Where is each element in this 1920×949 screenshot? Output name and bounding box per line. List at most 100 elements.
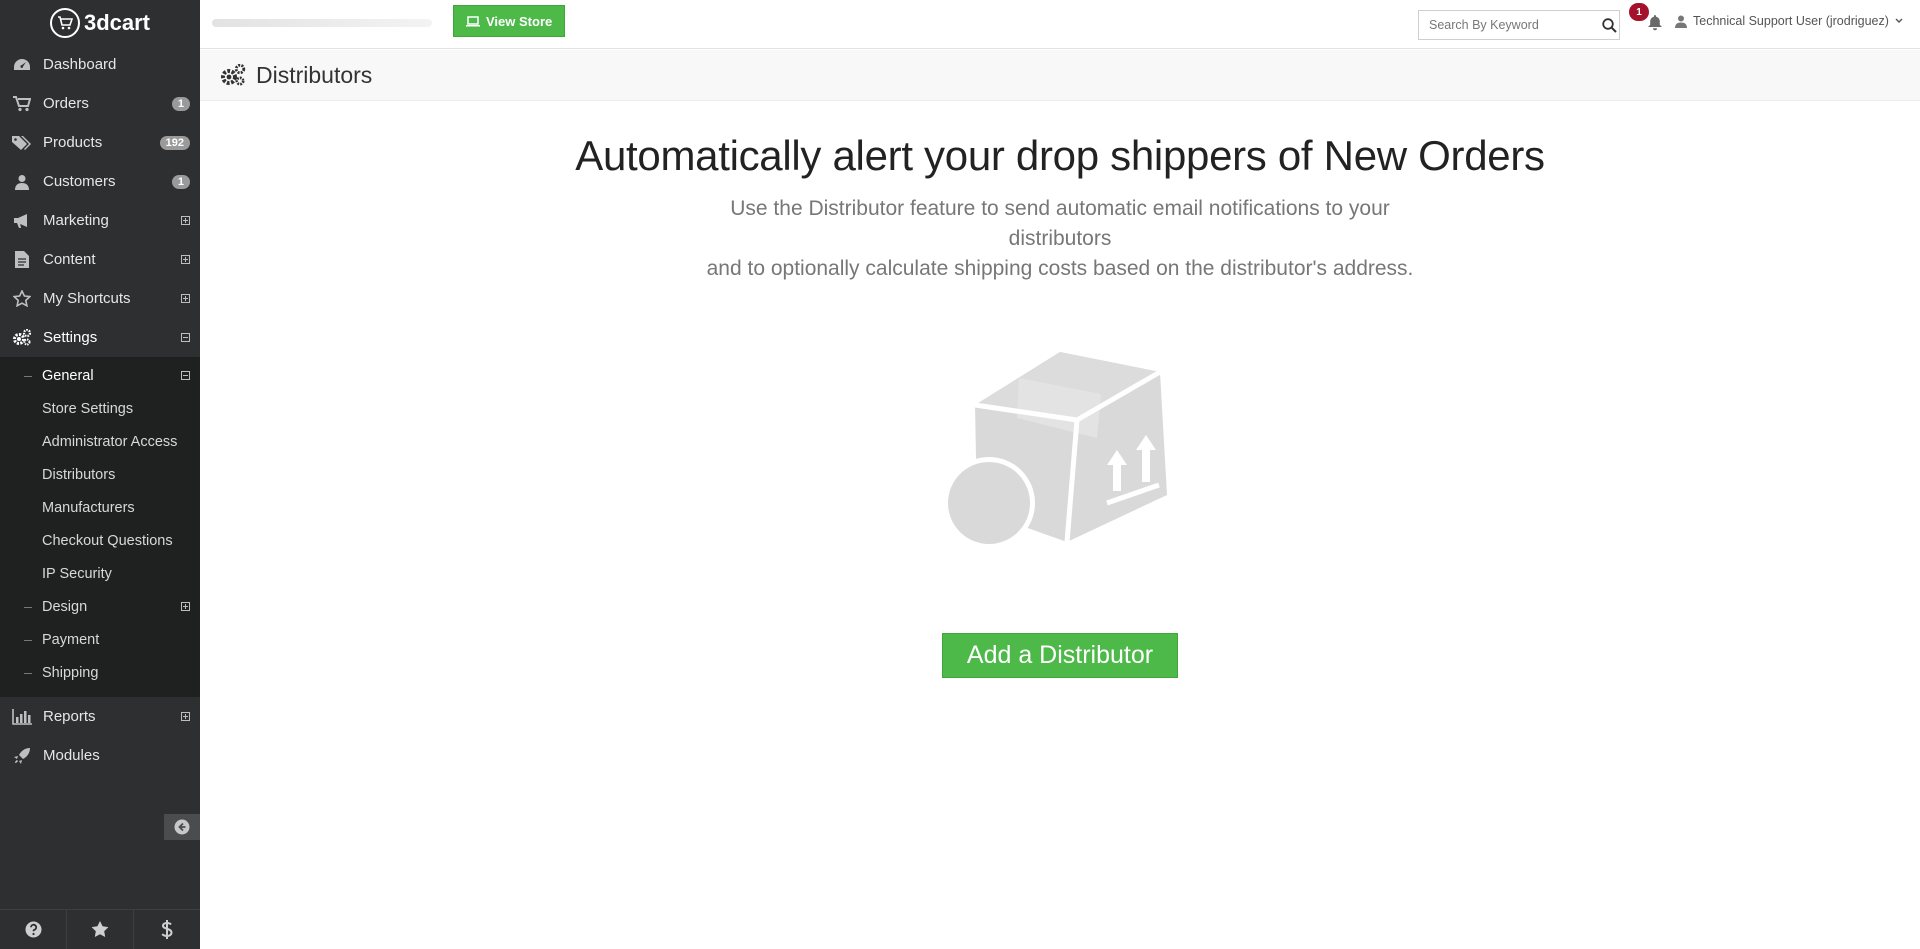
submenu-design[interactable]: Design bbox=[0, 590, 200, 623]
collapse-sidebar-button[interactable] bbox=[164, 814, 200, 840]
rocket-icon bbox=[12, 747, 32, 765]
expand-icon[interactable] bbox=[181, 255, 190, 264]
settings-submenu: General Store Settings Administrator Acc… bbox=[0, 357, 200, 697]
submenu-distributors[interactable]: Distributors bbox=[0, 458, 200, 491]
submenu-label: Distributors bbox=[42, 466, 116, 483]
submenu-label: General bbox=[42, 367, 94, 384]
bullhorn-icon bbox=[12, 212, 32, 230]
page-header: Distributors bbox=[200, 50, 1920, 101]
submenu-label: Shipping bbox=[42, 664, 99, 681]
nav-item-content[interactable]: Content bbox=[0, 240, 200, 279]
dollar-icon bbox=[161, 920, 173, 939]
dashboard-icon bbox=[12, 56, 32, 74]
tags-icon bbox=[12, 134, 32, 152]
cart-icon bbox=[12, 95, 32, 113]
description-line-2: and to optionally calculate shipping cos… bbox=[706, 257, 1414, 280]
submenu-general[interactable]: General bbox=[0, 359, 200, 392]
cart-logo-icon bbox=[49, 7, 80, 38]
logo[interactable]: 3dcart bbox=[0, 0, 200, 45]
description-line-1: Use the Distributor feature to send auto… bbox=[730, 197, 1390, 250]
search-icon bbox=[1602, 17, 1617, 33]
submenu-ip-security[interactable]: IP Security bbox=[0, 557, 200, 590]
submenu-manufacturers[interactable]: Manufacturers bbox=[0, 491, 200, 524]
user-icon bbox=[12, 173, 32, 191]
add-distributor-button[interactable]: Add a Distributor bbox=[942, 633, 1178, 678]
expand-icon[interactable] bbox=[181, 216, 190, 225]
tree-line bbox=[24, 606, 32, 608]
search-button[interactable] bbox=[1600, 12, 1619, 38]
tree-line bbox=[24, 639, 32, 641]
nav-item-label: Products bbox=[43, 134, 103, 151]
help-button[interactable] bbox=[0, 910, 67, 949]
gears-icon bbox=[221, 64, 246, 86]
submenu-label: Manufacturers bbox=[42, 499, 135, 516]
bar-chart-icon bbox=[12, 708, 32, 726]
billing-button[interactable] bbox=[134, 910, 200, 949]
nav-item-label: My Shortcuts bbox=[43, 290, 131, 307]
star-icon bbox=[91, 921, 109, 937]
gears-icon bbox=[12, 329, 32, 347]
nav-item-modules[interactable]: Modules bbox=[0, 736, 200, 775]
user-name: Technical Support User (jrodriguez) bbox=[1693, 14, 1889, 28]
submenu-label: Payment bbox=[42, 631, 100, 648]
nav-item-reports[interactable]: Reports bbox=[0, 697, 200, 736]
expand-icon[interactable] bbox=[181, 602, 190, 611]
headline: Automatically alert your drop shippers o… bbox=[575, 132, 1545, 179]
favorites-button[interactable] bbox=[67, 910, 134, 949]
count-badge: 1 bbox=[171, 174, 190, 189]
bell-icon bbox=[1648, 15, 1662, 31]
document-icon bbox=[12, 251, 32, 269]
view-store-label: View Store bbox=[486, 13, 553, 29]
nav-item-label: Modules bbox=[43, 747, 100, 764]
submenu-label: Checkout Questions bbox=[42, 532, 173, 549]
help-icon bbox=[25, 921, 41, 938]
count-badge: 1 bbox=[171, 96, 190, 111]
chevron-down-icon bbox=[1895, 18, 1903, 23]
submenu-checkout-questions[interactable]: Checkout Questions bbox=[0, 524, 200, 557]
nav-item-settings[interactable]: Settings bbox=[0, 318, 200, 357]
submenu-administrator-access[interactable]: Administrator Access bbox=[0, 425, 200, 458]
description: Use the Distributor feature to send auto… bbox=[680, 194, 1440, 284]
nav-item-shortcuts[interactable]: My Shortcuts bbox=[0, 279, 200, 318]
tree-line bbox=[24, 672, 32, 674]
nav-item-dashboard[interactable]: Dashboard bbox=[0, 45, 200, 84]
nav-item-customers[interactable]: Customers 1 bbox=[0, 162, 200, 201]
view-store-button[interactable]: View Store bbox=[453, 5, 566, 37]
user-menu[interactable]: Technical Support User (jrodriguez) bbox=[1675, 14, 1903, 28]
top-bar: View Store 1 Technical Support User (jro… bbox=[200, 0, 1920, 49]
submenu-store-settings[interactable]: Store Settings bbox=[0, 392, 200, 425]
collapse-icon[interactable] bbox=[181, 333, 190, 342]
main-nav: Dashboard Orders 1 Products 192 Customer… bbox=[0, 45, 200, 357]
nav-item-label: Reports bbox=[43, 708, 96, 725]
submenu-label: Store Settings bbox=[42, 400, 134, 417]
keyword-search bbox=[1418, 10, 1620, 40]
user-icon bbox=[1675, 15, 1687, 28]
tree-line bbox=[24, 375, 32, 377]
count-badge: 192 bbox=[159, 135, 190, 150]
notifications-button[interactable] bbox=[1647, 14, 1667, 34]
logo-text: 3dcart bbox=[83, 9, 151, 35]
sidebar-footer bbox=[0, 909, 200, 949]
submenu-shipping[interactable]: Shipping bbox=[0, 656, 200, 689]
expand-icon[interactable] bbox=[181, 712, 190, 721]
empty-state: Automatically alert your drop shippers o… bbox=[200, 101, 1920, 284]
nav-item-label: Marketing bbox=[43, 212, 109, 229]
nav-item-label: Content bbox=[43, 251, 96, 268]
arrow-left-circle-icon bbox=[174, 819, 190, 835]
nav-item-label: Dashboard bbox=[43, 56, 117, 73]
search-input[interactable] bbox=[1419, 12, 1600, 38]
shipping-box-illustration bbox=[943, 350, 1175, 555]
page-title: Distributors bbox=[256, 61, 373, 88]
nav-item-products[interactable]: Products 192 bbox=[0, 123, 200, 162]
expand-icon[interactable] bbox=[181, 294, 190, 303]
package-icon bbox=[943, 352, 1167, 549]
collapse-icon[interactable] bbox=[181, 371, 190, 380]
nav-item-marketing[interactable]: Marketing bbox=[0, 201, 200, 240]
star-icon bbox=[12, 290, 32, 308]
nav-item-label: Orders bbox=[43, 95, 89, 112]
notification-count-badge: 1 bbox=[1629, 3, 1649, 21]
nav-item-orders[interactable]: Orders 1 bbox=[0, 84, 200, 123]
secondary-nav: Reports Modules bbox=[0, 697, 200, 775]
submenu-payment[interactable]: Payment bbox=[0, 623, 200, 656]
store-name-redacted bbox=[212, 19, 432, 27]
